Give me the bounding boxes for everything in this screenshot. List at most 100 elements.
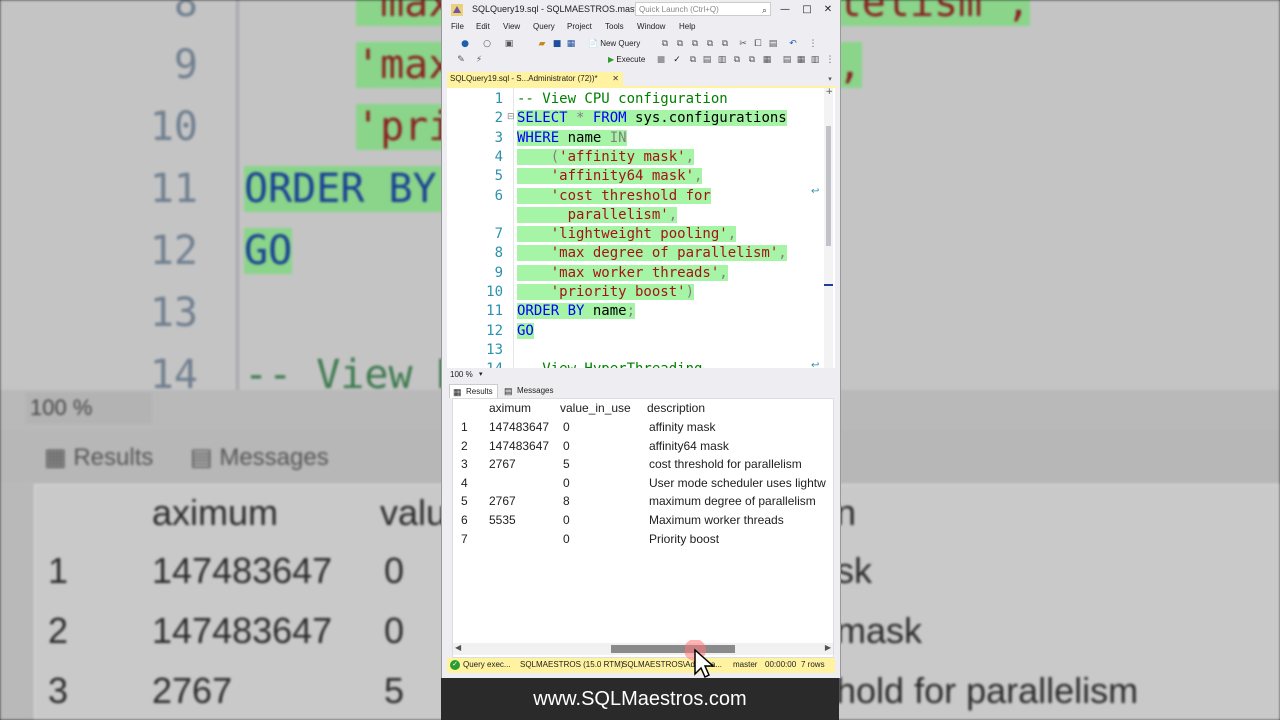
table-cell[interactable]: Maximum worker threads bbox=[649, 513, 833, 527]
table-cell[interactable]: 5535 bbox=[489, 513, 559, 527]
menu-query[interactable]: Query bbox=[533, 22, 555, 31]
scroll-right-icon[interactable]: ▶ bbox=[825, 643, 831, 652]
results-to-file-icon[interactable]: ▥ bbox=[810, 55, 820, 65]
row-number[interactable]: 4 bbox=[461, 476, 486, 490]
paste-icon[interactable]: ▤ bbox=[768, 39, 778, 49]
parse-icon[interactable]: ✓ bbox=[672, 55, 682, 65]
query-options-icon[interactable]: ▤ bbox=[702, 55, 712, 65]
table-cell[interactable]: 0 bbox=[563, 513, 643, 527]
live-stats-icon[interactable]: ⧉ bbox=[747, 55, 757, 65]
tab-messages[interactable]: ▤ Messages bbox=[501, 384, 553, 397]
table-cell[interactable]: Priority boost bbox=[649, 532, 833, 546]
column-header-value-in-use[interactable]: value_in_use bbox=[560, 401, 631, 415]
db-engine-query-icon[interactable]: ⧉ bbox=[660, 39, 670, 49]
dax-query-icon[interactable]: ⧉ bbox=[720, 39, 730, 49]
menu-edit[interactable]: Edit bbox=[476, 22, 490, 31]
table-cell[interactable]: affinity mask bbox=[649, 420, 833, 434]
tab-overflow-icon[interactable]: ▾ bbox=[825, 74, 835, 84]
editor-vertical-scrollbar[interactable] bbox=[824, 88, 833, 368]
display-plan-icon[interactable]: ⧉ bbox=[688, 55, 698, 65]
line-numbers: 1234567891011121314 bbox=[447, 88, 505, 368]
code-line: WHERE name IN bbox=[517, 129, 627, 148]
menu-view[interactable]: View bbox=[503, 22, 520, 31]
table-row[interactable]: 7 0 Priority boost bbox=[453, 530, 833, 548]
results-to-text-icon[interactable]: ▤ bbox=[782, 55, 792, 65]
table-cell[interactable]: 0 bbox=[563, 476, 643, 490]
execute-button[interactable]: ▶ Execute bbox=[608, 55, 645, 65]
table-row[interactable]: 6 5535 0 Maximum worker threads bbox=[453, 511, 833, 529]
redo-icon[interactable]: ⋮ bbox=[808, 39, 818, 49]
table-cell[interactable]: affinity64 mask bbox=[649, 439, 833, 453]
table-cell[interactable]: 0 bbox=[563, 439, 643, 453]
new-project-icon[interactable]: ▣ bbox=[504, 39, 514, 49]
menu-file[interactable]: File bbox=[451, 22, 464, 31]
cancel-query-icon[interactable]: ■ bbox=[656, 55, 666, 65]
menu-help[interactable]: Help bbox=[679, 22, 695, 31]
xmla-query-icon[interactable]: ⧉ bbox=[705, 39, 715, 49]
change-connection-icon[interactable]: ⚡ bbox=[474, 55, 484, 65]
grid-horizontal-scrollbar[interactable]: ◀ ▶ bbox=[453, 643, 833, 655]
save-icon[interactable]: ■ bbox=[552, 39, 562, 49]
table-row[interactable]: 2 147483647 0 affinity64 mask bbox=[453, 437, 833, 455]
results-to-grid-icon[interactable]: ▦ bbox=[796, 55, 806, 65]
row-number[interactable]: 5 bbox=[461, 494, 486, 508]
close-button[interactable]: ✕ bbox=[819, 2, 837, 18]
document-tab[interactable]: SQLQuery19.sql - S...Administrator (72))… bbox=[447, 72, 623, 86]
split-icon[interactable]: + bbox=[825, 88, 833, 97]
cut-icon[interactable]: ✂ bbox=[738, 39, 748, 49]
available-db-icon[interactable]: ✎ bbox=[456, 55, 466, 65]
column-header-description[interactable]: description bbox=[647, 401, 705, 415]
client-stats-icon[interactable]: ▦ bbox=[762, 55, 772, 65]
open-file-icon[interactable]: ▰ bbox=[537, 39, 547, 49]
menu-tools[interactable]: Tools bbox=[605, 22, 624, 31]
copy-icon[interactable]: ⧠ bbox=[753, 39, 763, 49]
table-row[interactable]: 5 2767 8 maximum degree of parallelism bbox=[453, 492, 833, 510]
row-number[interactable]: 7 bbox=[461, 532, 486, 546]
undo-icon[interactable]: ↶ bbox=[788, 39, 798, 49]
table-row[interactable]: 4 0 User mode scheduler uses lightw bbox=[453, 474, 833, 492]
row-number[interactable]: 6 bbox=[461, 513, 486, 527]
quick-launch-input[interactable]: Quick Launch (Ctrl+Q) ⌕ bbox=[635, 2, 771, 16]
table-cell[interactable]: 147483647 bbox=[489, 420, 559, 434]
menu-project[interactable]: Project bbox=[567, 22, 592, 31]
zoom-level[interactable]: 100 % bbox=[450, 370, 473, 379]
table-cell[interactable]: maximum degree of parallelism bbox=[649, 494, 833, 508]
zoom-dropdown-icon[interactable]: ▾ bbox=[479, 370, 483, 378]
table-cell[interactable]: 0 bbox=[563, 532, 643, 546]
intellisense-icon[interactable]: ▥ bbox=[717, 55, 727, 65]
bg-zoom: 100 % bbox=[26, 392, 152, 424]
table-cell[interactable]: 0 bbox=[563, 420, 643, 434]
table-cell[interactable]: 2767 bbox=[489, 457, 559, 471]
dmx-query-icon[interactable]: ⧉ bbox=[690, 39, 700, 49]
new-query-button[interactable]: 📄 New Query bbox=[588, 39, 640, 49]
scroll-left-icon[interactable]: ◀ bbox=[455, 643, 461, 652]
include-plan-icon[interactable]: ⧉ bbox=[732, 55, 742, 65]
back-icon[interactable]: ● bbox=[460, 39, 470, 49]
table-cell[interactable]: 2767 bbox=[489, 494, 559, 508]
column-header-maximum[interactable]: aximum bbox=[489, 401, 531, 415]
forward-icon[interactable]: ○ bbox=[482, 39, 492, 49]
results-grid[interactable]: aximum value_in_use description 1 1474836… bbox=[452, 398, 834, 658]
menu-window[interactable]: Window bbox=[637, 22, 665, 31]
close-tab-icon[interactable]: ✕ bbox=[612, 72, 619, 86]
table-row[interactable]: 1 147483647 0 affinity mask bbox=[453, 418, 833, 436]
tab-results[interactable]: ▦ Results bbox=[449, 384, 498, 398]
minimize-button[interactable]: — bbox=[776, 2, 794, 18]
toolbar-overflow-icon[interactable]: ⋮ bbox=[825, 55, 835, 65]
query-editor[interactable]: 1234567891011121314 -- View CPU configur… bbox=[447, 88, 835, 368]
table-cell[interactable]: cost threshold for parallelism bbox=[649, 457, 833, 471]
row-number[interactable]: 2 bbox=[461, 439, 486, 453]
table-cell[interactable]: 5 bbox=[563, 457, 643, 471]
collapse-icon[interactable]: ⊟ bbox=[507, 112, 515, 122]
table-cell[interactable]: User mode scheduler uses lightw bbox=[649, 476, 833, 490]
row-number[interactable]: 3 bbox=[461, 457, 486, 471]
table-row[interactable]: 3 2767 5 cost threshold for parallelism bbox=[453, 455, 833, 473]
restore-button[interactable]: □ bbox=[798, 2, 816, 18]
status-server: SQLMAESTROS (15.0 RTM) bbox=[520, 660, 624, 669]
row-number[interactable]: 1 bbox=[461, 420, 486, 434]
mdx-query-icon[interactable]: ⧉ bbox=[675, 39, 685, 49]
table-cell[interactable]: 147483647 bbox=[489, 439, 559, 453]
save-all-icon[interactable]: ▦ bbox=[566, 39, 576, 49]
table-cell[interactable]: 8 bbox=[563, 494, 643, 508]
editor-scroll-thumb[interactable] bbox=[826, 126, 831, 246]
